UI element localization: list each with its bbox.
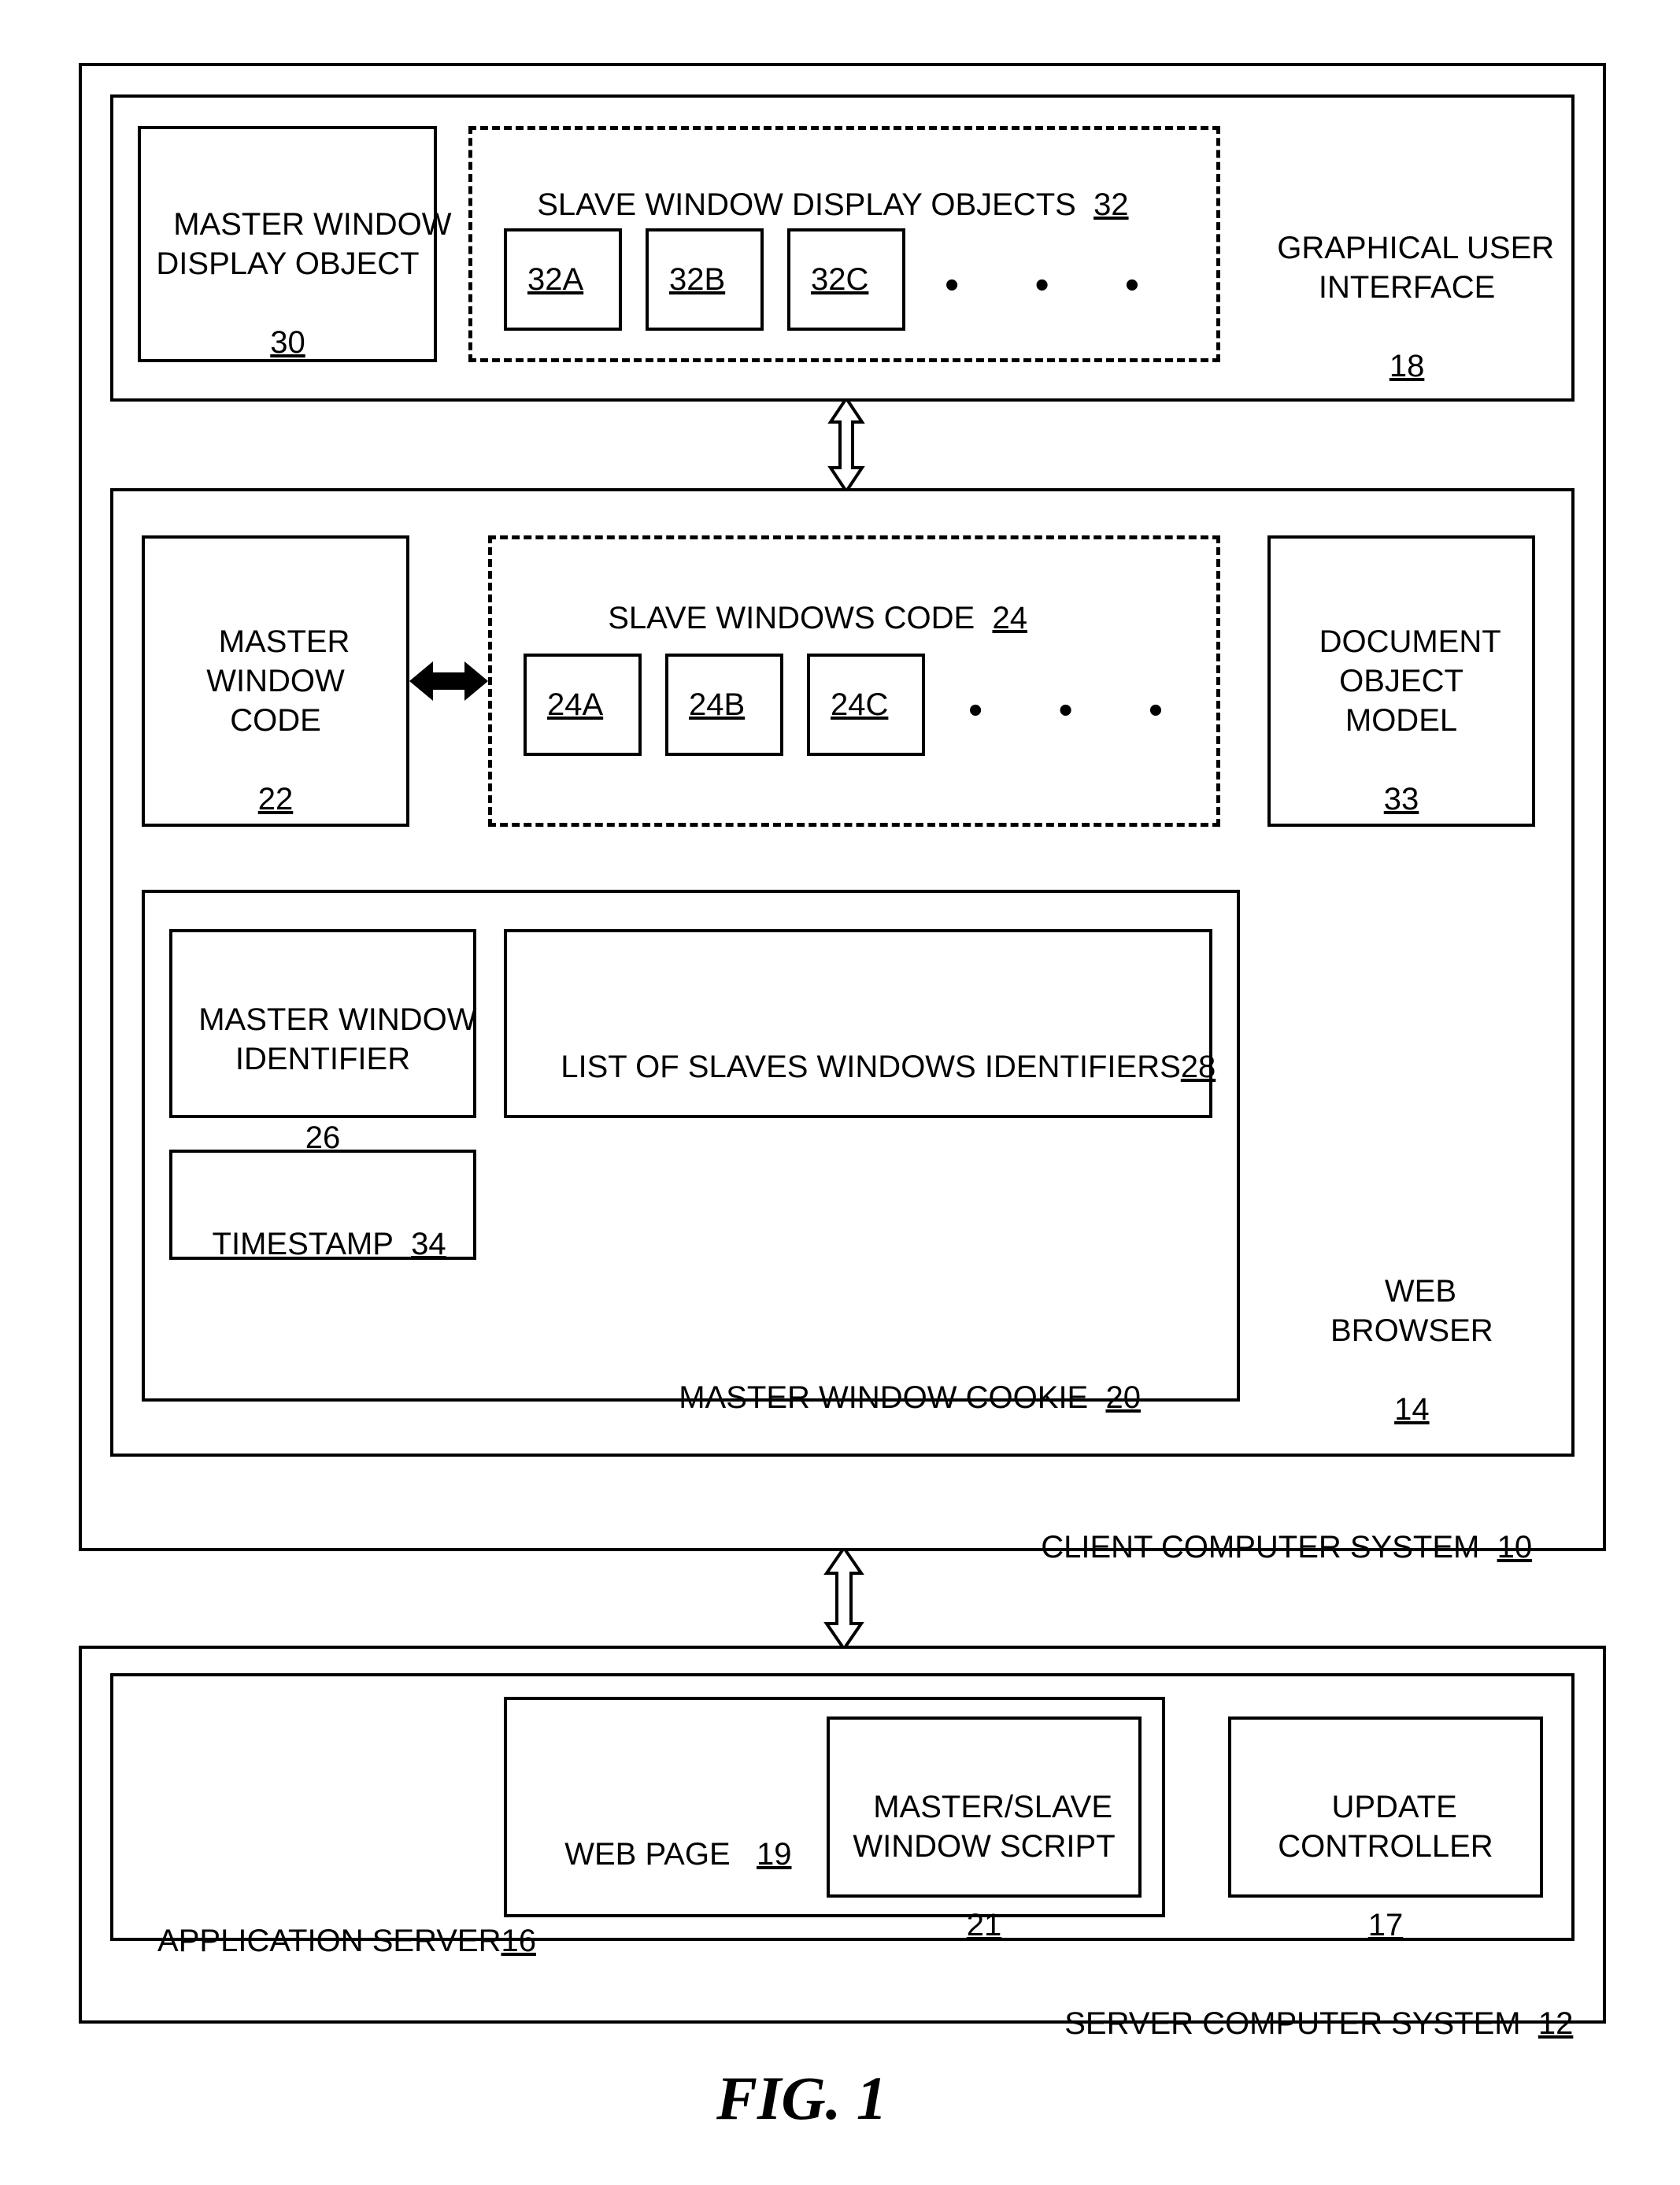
webpage-label: WEB PAGE 19	[547, 1795, 792, 1874]
mwi-label: MASTER WINDOW IDENTIFIER 26	[181, 961, 464, 1157]
ms-script-label: MASTER/SLAVE WINDOW SCRIPT 21	[846, 1748, 1122, 1945]
figure-page: { "figure_caption": "FIG. 1", "client_sy…	[0, 0, 1680, 2185]
client-system-label: CLIENT COMPUTER SYSTEM 10	[1023, 1488, 1532, 1567]
arrow-client-server	[823, 1548, 865, 1649]
web-browser-label: WEB BROWSER 14	[1330, 1232, 1493, 1429]
update-controller-label: UPDATE CONTROLLER 17	[1248, 1748, 1523, 1945]
server-system-label: SERVER COMPUTER SYSTEM 12	[1047, 1965, 1573, 2043]
gui-label: GRAPHICAL USER INTERFACE 18	[1260, 189, 1554, 386]
arrow-mwc-swc	[409, 654, 488, 709]
swc-ellipsis: • • •	[968, 685, 1166, 736]
swc-label: SLAVE WINDOWS CODE 24	[590, 559, 1027, 638]
swdo-item-32c-label: 32C	[811, 260, 868, 299]
swdo-ellipsis: • • •	[945, 260, 1142, 311]
timestamp-label: TIMESTAMP 34	[195, 1185, 446, 1264]
dom-label: DOCUMENT OBJECT MODEL 33	[1287, 583, 1515, 819]
mwc-label: MASTER WINDOW CODE 22	[161, 583, 390, 819]
figure-caption: FIG. 1	[716, 2063, 887, 2134]
swc-item-24b-label: 24B	[689, 685, 745, 724]
appserver-label: APPLICATION SERVER16	[142, 1882, 536, 1961]
swdo-label: SLAVE WINDOW DISPLAY OBJECTS 32	[520, 146, 1129, 224]
swdo-item-32b-label: 32B	[669, 260, 725, 299]
swc-item-24c-label: 24C	[831, 685, 888, 724]
mwc-cookie-label: MASTER WINDOW COOKIE 20	[661, 1339, 1141, 1417]
swc-item-24a-label: 24A	[547, 685, 603, 724]
lsi-label: LIST OF SLAVES WINDOWS IDENTIFIERS28	[543, 1008, 1216, 1087]
mwdo-label: MASTER WINDOW DISPLAY OBJECT 30	[156, 165, 420, 362]
arrow-gui-browser	[827, 398, 866, 491]
swdo-item-32a-label: 32A	[527, 260, 583, 299]
